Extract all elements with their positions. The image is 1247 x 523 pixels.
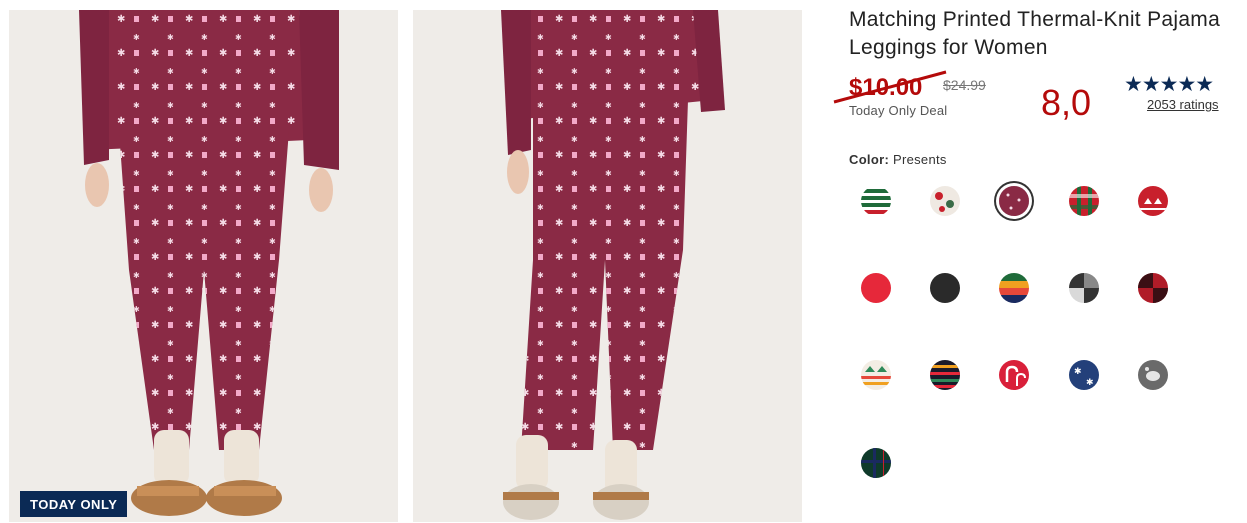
product-photo-back[interactable] — [413, 10, 802, 522]
ratings-link[interactable]: 2053 ratings — [1147, 97, 1219, 112]
price-strike-line — [833, 70, 947, 104]
swatch-red-buffalo-check[interactable] — [1138, 273, 1168, 303]
swatch-presents[interactable] — [999, 186, 1029, 216]
swatch-red-plaid[interactable] — [1069, 186, 1099, 216]
regular-price: $24.99 — [943, 77, 986, 93]
product-title: Matching Printed Thermal-Knit Pajama Leg… — [849, 8, 1221, 59]
swatch-navy-snowflake[interactable]: ✱ ✱ — [1069, 360, 1099, 390]
score-value: 8,0 — [1041, 82, 1092, 123]
color-selected-name: Presents — [893, 152, 947, 167]
swatch-snowflake-icon: ✱ ✱ — [1069, 360, 1099, 390]
color-label-key: Color: — [849, 152, 890, 167]
swatch-gray-print[interactable] — [1138, 360, 1168, 390]
swatch-print-icon — [1138, 360, 1168, 390]
legging-front-illustration: ✱ ✱ — [9, 10, 398, 522]
swatch-candy-cane-icon — [999, 360, 1029, 390]
swatch-red-fair-isle[interactable] — [1138, 186, 1168, 216]
swatch-green-tartan[interactable] — [861, 448, 891, 478]
swatch-check-icon — [1138, 273, 1168, 303]
swatch-fair-isle-multi[interactable] — [861, 360, 891, 390]
swatch-print-icon — [930, 186, 960, 216]
color-label: Color: Presents — [849, 152, 947, 167]
deal-label: Today Only Deal — [849, 103, 948, 118]
swatch-holiday-white-print[interactable] — [930, 186, 960, 216]
swatch-solid-red[interactable] — [861, 273, 891, 303]
swatch-fair-isle-icon — [1138, 186, 1168, 216]
swatch-green-white-red-stripe[interactable] — [861, 186, 891, 216]
swatch-dark-stripe[interactable] — [930, 360, 960, 390]
swatch-solid-black[interactable] — [930, 273, 960, 303]
svg-text:✱: ✱ — [1086, 378, 1094, 388]
swatch-solid-icon — [861, 273, 891, 303]
legging-back-illustration — [413, 10, 802, 522]
swatch-stripe-icon — [861, 186, 891, 216]
swatch-multi-stripe[interactable] — [999, 273, 1029, 303]
swatch-gray-buffalo-check[interactable] — [1069, 273, 1099, 303]
star-rating-icon: ★★★★★ — [1124, 73, 1214, 96]
today-only-badge: TODAY ONLY — [20, 491, 128, 517]
swatch-tartan-icon — [861, 448, 891, 478]
product-photo-front[interactable]: ✱ ✱ TODAY ONLY — [9, 10, 398, 522]
swatch-plaid-icon — [1069, 186, 1099, 216]
swatch-candy-cane[interactable] — [999, 360, 1029, 390]
swatch-check-icon — [1069, 273, 1099, 303]
swatch-solid-icon — [930, 273, 960, 303]
svg-text:✱: ✱ — [1074, 367, 1082, 377]
swatch-fair-isle-icon — [861, 360, 891, 390]
swatch-stripe-icon — [930, 360, 960, 390]
swatch-stripe-icon — [999, 273, 1029, 303]
swatch-presents-icon — [999, 186, 1029, 216]
